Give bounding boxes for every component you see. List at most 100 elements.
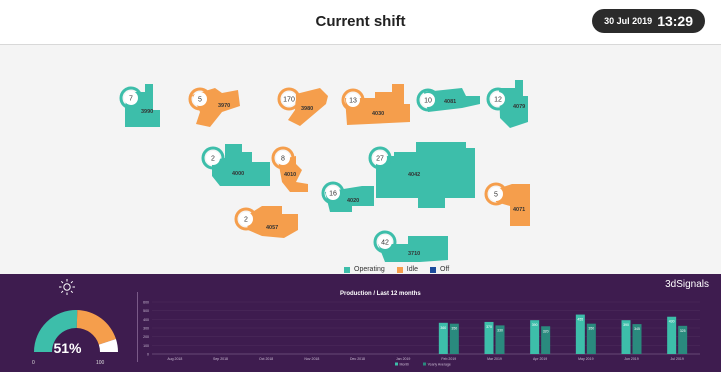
x-tick-label: Aug 2018 bbox=[167, 357, 182, 361]
machine-4030[interactable]: 4030 13 bbox=[341, 84, 410, 125]
svg-text:42: 42 bbox=[381, 240, 389, 247]
bar-value-label: 370 bbox=[486, 325, 492, 329]
bar-value-label: 325 bbox=[680, 329, 686, 333]
bottom-panel: 51% 0 100 3dSignals Production / Last 12… bbox=[0, 274, 721, 372]
x-tick-label: May 2019 bbox=[578, 357, 593, 361]
svg-text:5: 5 bbox=[494, 192, 498, 199]
machine-3990[interactable]: 3990 7 bbox=[119, 84, 160, 127]
svg-text:2: 2 bbox=[244, 217, 248, 224]
x-tick-label: Jan 2019 bbox=[396, 357, 410, 361]
svg-text:2: 2 bbox=[211, 156, 215, 163]
svg-text:170: 170 bbox=[283, 97, 295, 104]
y-tick-label: 500 bbox=[143, 309, 149, 313]
machine-count-ring: 12 bbox=[486, 87, 510, 111]
chart-legend-label: Month bbox=[400, 362, 410, 366]
shift-date: 30 Jul 2019 bbox=[604, 16, 653, 26]
off-swatch bbox=[430, 266, 437, 273]
bar-value-label: 390 bbox=[623, 323, 629, 327]
gauge-min-label: 0 bbox=[32, 360, 35, 366]
legend-operating: Operating bbox=[344, 266, 385, 273]
machine-label: 4000 bbox=[232, 171, 244, 177]
machine-count-ring: 7 bbox=[119, 86, 143, 110]
machine-label: 4057 bbox=[266, 225, 278, 231]
bar-value-label: 320 bbox=[543, 329, 549, 333]
machine-4071[interactable]: 4071 5 bbox=[484, 182, 530, 226]
machine-count-ring: 2 bbox=[234, 207, 258, 231]
svg-text:10: 10 bbox=[424, 98, 432, 105]
bar-value-label: 360 bbox=[440, 326, 446, 330]
x-tick-label: Mar 2019 bbox=[487, 357, 502, 361]
y-tick-label: 100 bbox=[143, 344, 149, 348]
machine-4000[interactable]: 4000 2 bbox=[201, 144, 270, 186]
machine-3980[interactable]: 3980 170 bbox=[277, 87, 328, 126]
bar-value-label: 330 bbox=[497, 328, 503, 332]
machine-count-ring: 16 bbox=[321, 181, 345, 205]
y-tick-label: 0 bbox=[147, 353, 149, 357]
x-tick-label: Nov 2018 bbox=[304, 357, 319, 361]
machine-4020[interactable]: 4020 16 bbox=[321, 181, 374, 212]
machine-label: 4042 bbox=[408, 172, 420, 178]
machine-label: 3970 bbox=[218, 103, 230, 109]
machine-label: 4020 bbox=[347, 198, 359, 204]
floor-map: 3990 7 3970 5 3980 170 4030 13 4081 10 4… bbox=[119, 80, 530, 262]
svg-text:8: 8 bbox=[281, 156, 285, 163]
operating-swatch bbox=[344, 266, 350, 273]
svg-text:16: 16 bbox=[329, 191, 337, 198]
bar-value-label: 455 bbox=[577, 318, 583, 322]
chart-legend-swatch bbox=[395, 362, 398, 366]
machine-3970[interactable]: 3970 5 bbox=[188, 87, 240, 127]
y-tick-label: 300 bbox=[143, 327, 149, 331]
bar-value-label: 350 bbox=[451, 327, 457, 331]
x-tick-label: Jun 2019 bbox=[624, 357, 638, 361]
y-tick-label: 200 bbox=[143, 335, 149, 339]
machine-label: 4030 bbox=[372, 111, 384, 117]
svg-text:7: 7 bbox=[129, 96, 133, 103]
machine-label: 4010 bbox=[284, 172, 296, 178]
status-legend: Operating Idle Off bbox=[344, 266, 449, 273]
y-tick-label: 400 bbox=[143, 318, 149, 322]
machine-3710[interactable]: 3710 42 bbox=[373, 230, 448, 262]
machine-label: 3980 bbox=[301, 106, 313, 112]
panel-divider bbox=[137, 292, 138, 362]
machine-count-ring: 10 bbox=[416, 88, 440, 112]
machine-4079[interactable]: 4079 12 bbox=[486, 80, 528, 128]
machine-count-ring: 5 bbox=[188, 87, 212, 111]
machine-count-ring: 2 bbox=[201, 146, 225, 170]
machine-4057[interactable]: 4057 2 bbox=[234, 206, 298, 238]
machine-label: 4079 bbox=[513, 104, 525, 110]
chart-legend-swatch bbox=[423, 362, 426, 366]
production-chart: 600 500 400 300 200 100 0 Aug 2018 Sep 2018 Oct 2… bbox=[143, 301, 700, 366]
svg-text:12: 12 bbox=[494, 97, 502, 104]
header-bar: Current shift 30 Jul 2019 13:29 bbox=[0, 0, 721, 45]
x-tick-label: Oct 2018 bbox=[259, 357, 273, 361]
machine-label: 4081 bbox=[444, 99, 456, 105]
legend-idle: Idle bbox=[396, 266, 418, 273]
machine-4010[interactable]: 4010 8 bbox=[271, 146, 308, 192]
machine-label: 3710 bbox=[408, 251, 420, 257]
legend-off: Off bbox=[430, 266, 449, 273]
x-tick-label: Jul 2019 bbox=[671, 357, 684, 361]
chart-legend-label: Yearly Average bbox=[428, 362, 451, 366]
machine-count-ring: 42 bbox=[373, 230, 397, 254]
x-tick-label: Dec 2018 bbox=[350, 357, 365, 361]
y-tick-label: 600 bbox=[143, 301, 149, 305]
brand-logo: 3dSignals bbox=[665, 279, 709, 290]
x-tick-label: Feb 2019 bbox=[441, 357, 456, 361]
machine-4042[interactable]: 4042 27 bbox=[368, 142, 475, 208]
utilization-percent: 51% bbox=[53, 340, 82, 356]
machine-label: 3990 bbox=[141, 109, 153, 115]
machine-count-ring: 13 bbox=[341, 88, 365, 112]
shift-time: 13:29 bbox=[657, 13, 693, 29]
svg-text:13: 13 bbox=[349, 98, 357, 105]
machine-count-ring: 5 bbox=[484, 182, 508, 206]
bar-value-label: 430 bbox=[669, 320, 675, 324]
bar-value-label: 350 bbox=[588, 327, 594, 331]
bar-value-label: 345 bbox=[634, 327, 640, 331]
date-time-badge: 30 Jul 2019 13:29 bbox=[592, 9, 705, 33]
machine-label: 4071 bbox=[513, 207, 525, 213]
idle-swatch bbox=[396, 266, 403, 273]
machine-count-ring: 27 bbox=[368, 146, 392, 170]
gauge-max-label: 100 bbox=[96, 360, 105, 366]
machine-4081[interactable]: 4081 10 bbox=[416, 88, 480, 112]
x-tick-label: Apr 2019 bbox=[533, 357, 547, 361]
